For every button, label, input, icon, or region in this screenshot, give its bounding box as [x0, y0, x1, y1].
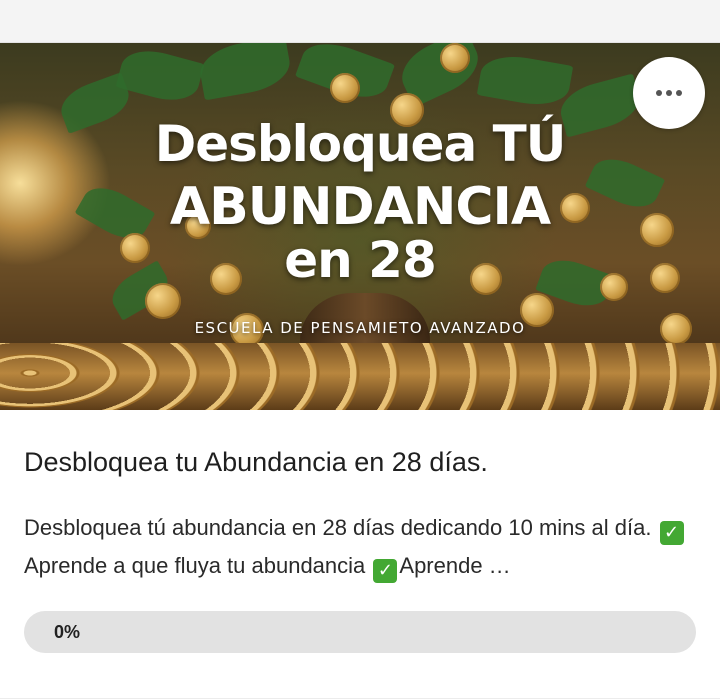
- description-text-2: Aprende a que fluya tu abundancia: [24, 553, 372, 578]
- course-card[interactable]: Desbloquea TÚ ABUNDANCIA en 28 ESCUELA D…: [0, 43, 720, 699]
- progress-label: 0%: [54, 622, 81, 642]
- more-horizontal-icon: [656, 90, 682, 96]
- progress-bar: 0%: [24, 611, 696, 653]
- cover-title-line-1: Desbloquea TÚ: [154, 115, 567, 173]
- description-text-1: Desbloquea tú abundancia en 28 días dedi…: [24, 515, 658, 540]
- more-options-button[interactable]: [633, 57, 705, 129]
- cover-title-line-3: en 28: [284, 231, 437, 289]
- top-bar: [0, 0, 720, 43]
- course-cover-image: Desbloquea TÚ ABUNDANCIA en 28 ESCUELA D…: [0, 43, 720, 410]
- check-mark-icon: ✓: [373, 559, 398, 583]
- cover-subtitle: ESCUELA DE PENSAMIETO AVANZADO: [194, 319, 526, 337]
- description-text-3: Aprende …: [399, 553, 511, 578]
- course-title: Desbloquea tu Abundancia en 28 días.: [24, 447, 488, 477]
- course-description: Desbloquea tú abundancia en 28 días dedi…: [24, 509, 696, 585]
- cover-title-line-2: ABUNDANCIA: [169, 177, 551, 237]
- check-mark-icon: ✓: [659, 521, 684, 545]
